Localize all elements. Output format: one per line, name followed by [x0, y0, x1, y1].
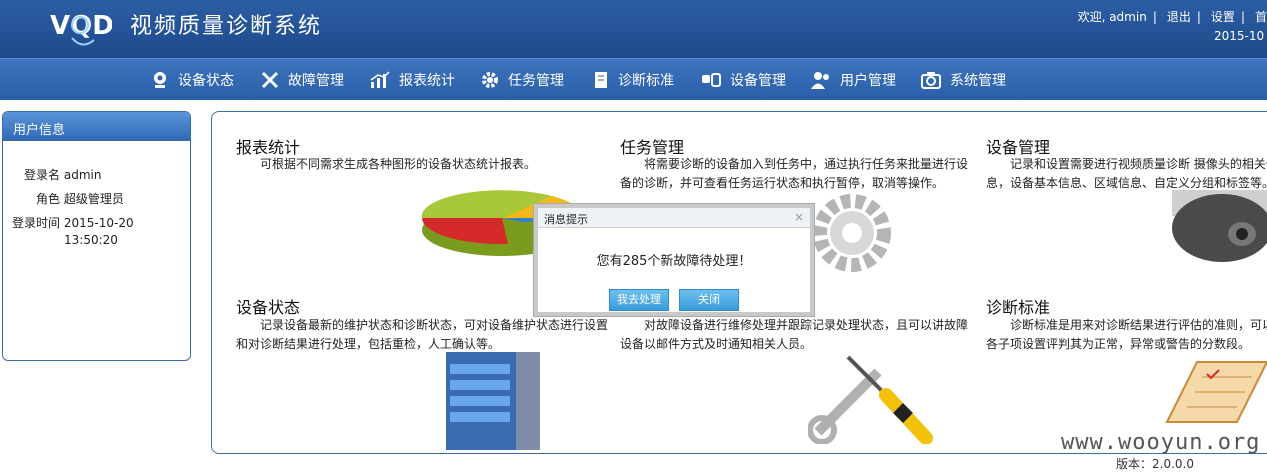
main-nav: 设备状态 故障管理 报表统计 任务管理 诊断标准 设备管理 用户管理 系统管理: [0, 58, 1267, 100]
diagnosis-standard-title[interactable]: 诊断标准: [986, 294, 1050, 318]
device-status-desc: 记录设备最新的维护状态和诊断状态，可对设备维护状态进行设置和对诊断结果进行处理，…: [236, 318, 609, 351]
tools-illustration-icon: [808, 355, 933, 444]
gear-icon: [482, 72, 498, 88]
settings-link[interactable]: 设置: [1211, 10, 1235, 24]
version-text: 版本：2.0.0.0: [1116, 457, 1194, 471]
nav-label: 设备管理: [730, 73, 786, 89]
device-icon: [702, 73, 721, 87]
chart-icon: [370, 71, 390, 88]
checklist-icon: [1165, 361, 1267, 423]
nav-task-manage[interactable]: 任务管理: [480, 59, 564, 101]
nav-user-manage[interactable]: 用户管理: [810, 59, 896, 101]
header-date: 2015-10: [1214, 29, 1265, 43]
dialog-message: 您有285个新故障待处理！: [596, 254, 752, 269]
home-link[interactable]: 首: [1255, 10, 1267, 24]
diagnosis-standard-desc: 诊断标准是用来对诊断结果进行评估的准则，可以对各子项设置评判其为正常，异常或警告…: [986, 318, 1267, 351]
login-name-value: admin: [63, 168, 102, 182]
users-icon: [811, 72, 829, 89]
nav-device-status[interactable]: 设备状态: [150, 59, 234, 101]
nav-device-manage[interactable]: 设备管理: [700, 59, 786, 101]
login-time-row: 登录时间 2015-10-20: [12, 214, 134, 231]
nav-label: 诊断标准: [618, 73, 674, 89]
login-name-label: 登录名: [24, 168, 61, 182]
task-manage-desc: 将需要诊断的设备加入到任务中，通过执行任务来批量进行设备的诊断，并可查看任务运行…: [620, 157, 969, 190]
fault-manage-desc: 对故障设备进行维修处理并跟踪记录处理状态，且可以讲故障设备以邮件方式及时通知相关…: [620, 318, 969, 351]
book-icon: [595, 72, 607, 88]
login-clock-value: 13:50:20: [64, 233, 118, 247]
tools-icon: [261, 71, 279, 89]
dialog-title-bar: 消息提示 ×: [538, 208, 810, 228]
welcome-text: 欢迎, admin: [1077, 10, 1147, 24]
vqd-logo: VQD: [50, 11, 112, 46]
go-handle-button[interactable]: 我去处理: [609, 289, 669, 311]
svg-text:VQD: VQD: [50, 11, 112, 41]
close-button[interactable]: 关闭: [679, 289, 739, 311]
nav-label: 设备状态: [178, 73, 234, 89]
gear-illustration-icon: [813, 194, 891, 272]
nav-label: 报表统计: [399, 73, 455, 89]
message-dialog: 消息提示 × 您有285个新故障待处理！ 我去处理 关闭: [534, 204, 814, 316]
watermark: www.wooyun.org: [1061, 430, 1261, 455]
nav-diagnosis-standard[interactable]: 诊断标准: [592, 59, 674, 101]
user-info-title: 用户信息: [3, 112, 190, 141]
report-stats-desc: 可根据不同需求生成各种图形的设备状态统计报表。: [260, 157, 537, 171]
nav-fault-manage[interactable]: 故障管理: [260, 59, 344, 101]
nav-system-manage[interactable]: 系统管理: [920, 59, 1006, 101]
camera-icon: [921, 72, 941, 89]
top-links: 欢迎, admin | 退出 | 设置 | 首: [1077, 10, 1267, 24]
top-header: VQD 视频质量诊断系统 欢迎, admin | 退出 | 设置 | 首 2015-10: [0, 0, 1267, 58]
server-icon: [446, 352, 540, 450]
webcam-icon: [154, 72, 166, 88]
role-label: 角色: [36, 192, 61, 206]
login-time-label: 登录时间: [12, 216, 61, 230]
nav-label: 系统管理: [950, 73, 1006, 89]
nav-label: 故障管理: [288, 73, 344, 89]
login-date-value: 2015-10-20: [63, 216, 134, 230]
nav-report-stats[interactable]: 报表统计: [369, 59, 455, 101]
role-row: 角色 超级管理员: [36, 190, 124, 207]
dome-camera-icon: [1172, 190, 1267, 262]
role-value: 超级管理员: [63, 192, 124, 206]
logout-link[interactable]: 退出: [1167, 10, 1191, 24]
device-status-title[interactable]: 设备状态: [236, 294, 300, 318]
nav-label: 用户管理: [840, 73, 896, 89]
login-name-row: 登录名 admin: [24, 166, 101, 183]
dialog-title: 消息提示: [544, 213, 588, 226]
user-info-panel: 用户信息 登录名 admin 角色 超级管理员 登录时间 2015-10-20 …: [2, 111, 191, 361]
close-icon[interactable]: ×: [794, 210, 804, 224]
nav-label: 任务管理: [508, 73, 564, 89]
system-title: 视频质量诊断系统: [130, 14, 323, 39]
